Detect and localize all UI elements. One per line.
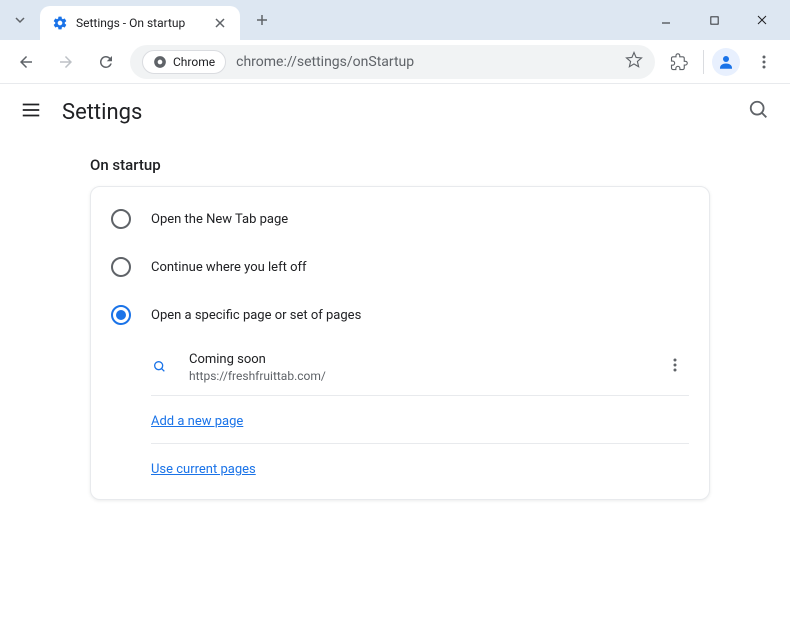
window-titlebar: Settings - On startup bbox=[0, 0, 790, 40]
menu-icon[interactable] bbox=[748, 46, 780, 78]
radio-option-specific-pages[interactable]: Open a specific page or set of pages bbox=[91, 291, 709, 339]
tab-title: Settings - On startup bbox=[76, 16, 204, 30]
add-page-row: Add a new page bbox=[91, 396, 709, 443]
radio-label: Open a specific page or set of pages bbox=[151, 308, 361, 323]
maximize-button[interactable] bbox=[694, 5, 734, 35]
profile-button[interactable] bbox=[712, 48, 740, 76]
use-current-row: Use current pages bbox=[91, 444, 709, 491]
radio-label: Continue where you left off bbox=[151, 260, 307, 275]
forward-button[interactable] bbox=[50, 46, 82, 78]
radio-icon bbox=[111, 257, 131, 277]
radio-label: Open the New Tab page bbox=[151, 212, 288, 227]
more-vert-icon[interactable] bbox=[661, 351, 689, 383]
gear-icon bbox=[52, 15, 68, 31]
section-title: On startup bbox=[20, 140, 770, 186]
chrome-chip-label: Chrome bbox=[173, 55, 215, 69]
close-window-button[interactable] bbox=[742, 5, 782, 35]
tab-search-dropdown[interactable] bbox=[8, 8, 32, 32]
browser-toolbar: Chrome chrome://settings/onStartup bbox=[0, 40, 790, 84]
bookmark-icon[interactable] bbox=[625, 51, 643, 73]
page-title: Settings bbox=[62, 100, 142, 125]
new-tab-button[interactable] bbox=[248, 6, 276, 34]
startup-page-entry: Coming soon https://freshfruittab.com/ bbox=[91, 339, 709, 395]
search-icon[interactable] bbox=[748, 99, 770, 125]
use-current-link[interactable]: Use current pages bbox=[151, 462, 256, 477]
url-text: chrome://settings/onStartup bbox=[236, 54, 615, 70]
settings-header: Settings bbox=[0, 84, 790, 140]
profile-divider bbox=[703, 50, 704, 74]
reload-button[interactable] bbox=[90, 46, 122, 78]
address-bar[interactable]: Chrome chrome://settings/onStartup bbox=[130, 45, 655, 79]
hamburger-icon[interactable] bbox=[20, 99, 42, 125]
extensions-icon[interactable] bbox=[663, 46, 695, 78]
site-chip[interactable]: Chrome bbox=[142, 50, 226, 74]
browser-tab[interactable]: Settings - On startup bbox=[40, 6, 240, 40]
page-title-text: Coming soon bbox=[189, 352, 641, 367]
on-startup-card: Open the New Tab page Continue where you… bbox=[90, 186, 710, 500]
radio-icon bbox=[111, 209, 131, 229]
radio-option-continue[interactable]: Continue where you left off bbox=[91, 243, 709, 291]
search-icon bbox=[151, 358, 169, 376]
add-page-link[interactable]: Add a new page bbox=[151, 414, 243, 429]
settings-content: On startup Open the New Tab page Continu… bbox=[0, 140, 790, 500]
close-icon[interactable] bbox=[212, 15, 228, 31]
window-controls bbox=[646, 5, 782, 35]
page-url-text: https://freshfruittab.com/ bbox=[189, 369, 641, 383]
back-button[interactable] bbox=[10, 46, 42, 78]
minimize-button[interactable] bbox=[646, 5, 686, 35]
radio-icon bbox=[111, 305, 131, 325]
page-info: Coming soon https://freshfruittab.com/ bbox=[189, 352, 641, 383]
radio-option-new-tab[interactable]: Open the New Tab page bbox=[91, 195, 709, 243]
